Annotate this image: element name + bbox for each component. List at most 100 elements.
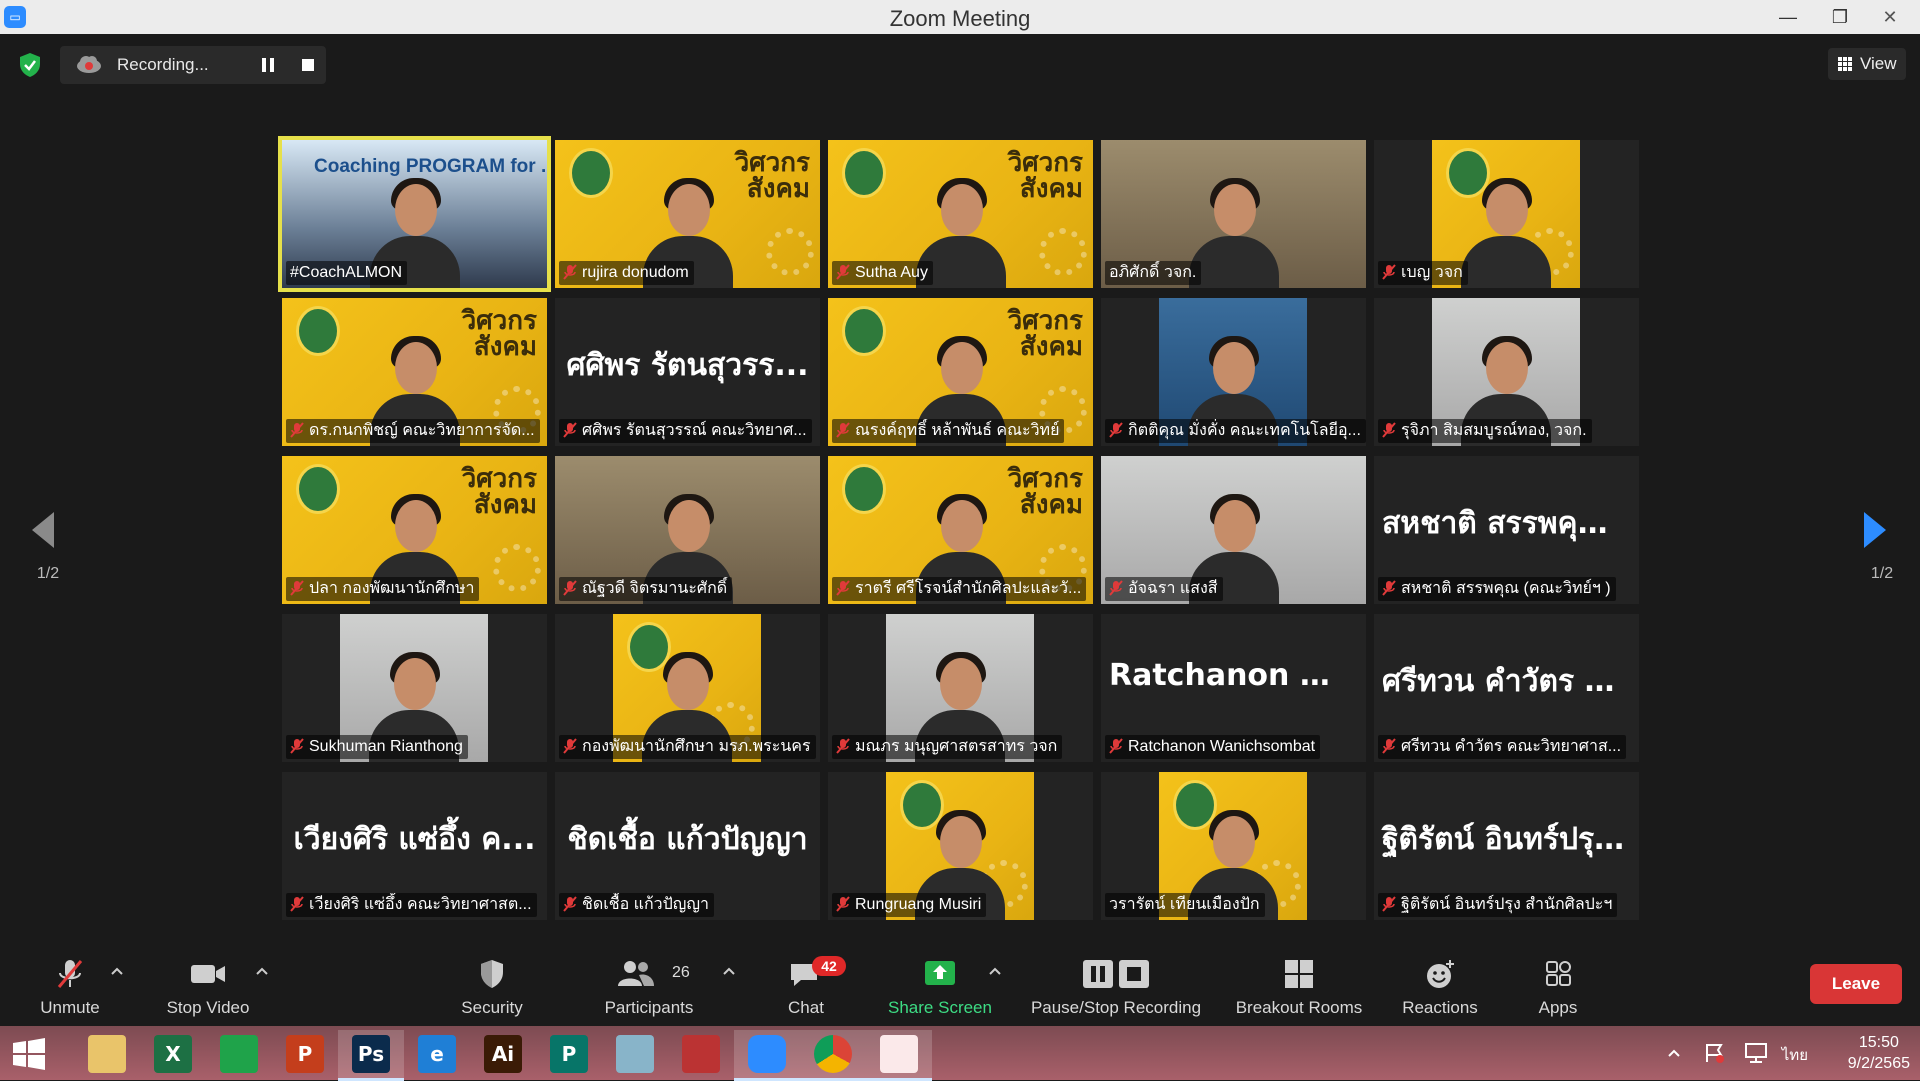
muted-mic-icon bbox=[1109, 738, 1123, 754]
participant-tile[interactable]: Rungruang Musiri bbox=[828, 772, 1093, 920]
taskbar-app-photoscape[interactable] bbox=[668, 1030, 734, 1078]
participant-tile[interactable]: วิศวกร สังคม ณรงค์ฤทธิ์ หล้าพันธ์ คณะวิทย์ bbox=[828, 298, 1093, 446]
stop-video-button[interactable]: Stop Video bbox=[160, 954, 256, 1024]
participant-tile[interactable]: เบญ วจก bbox=[1374, 140, 1639, 288]
participant-tile[interactable]: เวียงศิริ แซ่อึ้ง ค... เวียงศิริ แซ่อึ้ง … bbox=[282, 772, 547, 920]
video-camera-icon bbox=[191, 965, 225, 983]
taskbar-app-illustrator[interactable]: Ai bbox=[470, 1030, 536, 1078]
reactions-button[interactable]: Reactions bbox=[1392, 954, 1488, 1024]
participant-name-tag: ศศิพร รัตนสุวรรณ์ คณะวิทยาศ... bbox=[559, 419, 812, 443]
video-options-caret-icon[interactable] bbox=[256, 966, 268, 976]
network-icon[interactable] bbox=[1744, 1042, 1768, 1064]
taskbar-app-publisher[interactable]: P bbox=[536, 1030, 602, 1078]
pause-stop-recording-button[interactable]: Pause/Stop Recording bbox=[1025, 954, 1207, 1024]
participants-options-caret-icon[interactable] bbox=[723, 966, 735, 976]
participant-tile[interactable]: Coaching PROGRAM for ...rer #CoachALMON bbox=[278, 136, 551, 292]
taskbar-app-store[interactable] bbox=[206, 1030, 272, 1078]
gear-decoration-icon bbox=[493, 544, 541, 592]
participant-name-tag: กองพัฒนานักศึกษา มรภ.พระนคร bbox=[559, 735, 816, 759]
chevron-left-icon[interactable] bbox=[28, 510, 56, 550]
participant-tile[interactable]: รุจิภา สิมสมบูรณ์ทอง, วจก. bbox=[1374, 298, 1639, 446]
stop-video-label: Stop Video bbox=[166, 998, 250, 1017]
breakout-rooms-icon bbox=[1285, 960, 1313, 988]
share-screen-button[interactable]: Share Screen bbox=[880, 954, 1000, 1024]
excel-icon: X bbox=[154, 1035, 192, 1073]
taskbar-app-photos[interactable] bbox=[866, 1030, 932, 1081]
participant-tile[interactable]: วิศวกร สังคมราตรี ศรีโรจน์สำนักศิลปะและวั… bbox=[828, 456, 1093, 604]
participant-tile[interactable]: วรารัตน์ เทียนเมืองปัก bbox=[1101, 772, 1366, 920]
window-title: Zoom Meeting bbox=[889, 6, 1031, 31]
participant-tile[interactable]: วิศวกร สังคม ปลา กองพัฒนานักศึกษา bbox=[282, 456, 547, 604]
next-page[interactable]: 1/2 bbox=[1862, 510, 1902, 583]
breakout-rooms-button[interactable]: Breakout Rooms bbox=[1229, 954, 1369, 1024]
virtual-background-banner: วิศวกร สังคม bbox=[1007, 464, 1083, 520]
taskbar-app-file-explorer[interactable] bbox=[74, 1030, 140, 1078]
view-button[interactable]: View bbox=[1828, 48, 1906, 80]
muted-mic-icon bbox=[836, 896, 850, 912]
participant-name: มณภร มนุญศาสตรสาทร วจก bbox=[855, 738, 1058, 755]
participant-tile[interactable]: อภิศักดิ์ วจก. bbox=[1101, 140, 1366, 288]
taskbar-app-zoom[interactable] bbox=[734, 1030, 800, 1081]
participant-name-tag: ฐิติรัตน์ อินทร์ปรุง สำนักศิลปะฯ bbox=[1378, 893, 1618, 917]
participant-tile[interactable]: กิตติคุณ มั่งคั่ง คณะเทคโนโลยีอุ... bbox=[1101, 298, 1366, 446]
minimize-button[interactable]: — bbox=[1766, 0, 1810, 34]
participant-name: ศรีทวน คำวัตร คณะวิทยาศาส... bbox=[1401, 738, 1622, 755]
gear-decoration-icon bbox=[766, 228, 814, 276]
participant-tile[interactable]: กองพัฒนานักศึกษา มรภ.พระนคร bbox=[555, 614, 820, 762]
input-language[interactable]: ไทย bbox=[1782, 1043, 1808, 1067]
participant-tile[interactable]: Sukhuman Rianthong bbox=[282, 614, 547, 762]
security-button[interactable]: Security bbox=[452, 954, 532, 1024]
share-options-caret-icon[interactable] bbox=[989, 966, 1001, 976]
participant-name-tag: Sukhuman Rianthong bbox=[286, 735, 468, 759]
view-label: View bbox=[1860, 54, 1897, 73]
action-center-flag-icon[interactable] bbox=[1704, 1042, 1726, 1064]
unmute-button[interactable]: Unmute bbox=[30, 954, 110, 1024]
participant-tile[interactable]: ชิดเชื้อ แก้วปัญญา ชิดเชื้อ แก้วปัญญา bbox=[555, 772, 820, 920]
taskbar-app-photoshop[interactable]: Ps bbox=[338, 1030, 404, 1081]
taskbar-app-internet-explorer[interactable]: e bbox=[404, 1030, 470, 1078]
taskbar-app-chrome[interactable] bbox=[800, 1030, 866, 1081]
restore-button[interactable]: ❐ bbox=[1818, 0, 1862, 34]
participant-tile[interactable]: วิศวกร สังคม Sutha Auy bbox=[828, 140, 1093, 288]
taskbar-app-powerpoint[interactable]: P bbox=[272, 1030, 338, 1078]
leave-button[interactable]: Leave bbox=[1810, 964, 1902, 1004]
participant-tile[interactable]: ศรีทวน คำวัตร ค... ศรีทวน คำวัตร คณะวิทยา… bbox=[1374, 614, 1639, 762]
participant-tile[interactable]: อัจฉรา แสงสี bbox=[1101, 456, 1366, 604]
participant-tile[interactable]: ณัฐวดี จิตรมานะศักดิ์ bbox=[555, 456, 820, 604]
unmute-label: Unmute bbox=[40, 998, 100, 1017]
windows-start-icon[interactable] bbox=[12, 1038, 46, 1070]
reactions-label: Reactions bbox=[1402, 998, 1478, 1017]
participant-name: ปลา กองพัฒนานักศึกษา bbox=[309, 580, 475, 597]
muted-mic-icon bbox=[1382, 738, 1396, 754]
participants-count: 26 bbox=[672, 964, 690, 981]
close-button[interactable]: ✕ bbox=[1868, 0, 1912, 34]
muted-mic-icon bbox=[290, 896, 304, 912]
university-logo-icon bbox=[842, 464, 886, 514]
participants-button[interactable]: 26 Participants bbox=[598, 954, 700, 1024]
taskbar-app-notepad[interactable] bbox=[602, 1030, 668, 1078]
stop-recording-icon[interactable] bbox=[297, 54, 319, 76]
show-hidden-icons-icon[interactable] bbox=[1668, 1048, 1680, 1058]
participant-tile[interactable]: วิศวกร สังคม ดร.กนกพิชญ์ คณะวิทยาการจัด... bbox=[282, 298, 547, 446]
apps-button[interactable]: Apps bbox=[1528, 954, 1588, 1024]
participant-tile[interactable]: Ratchanon Wan... Ratchanon Wanichsombat bbox=[1101, 614, 1366, 762]
participant-name-tag: ราตรี ศรีโรจน์สำนักศิลปะและวั... bbox=[832, 577, 1087, 601]
grid-view-icon bbox=[1838, 57, 1852, 71]
clock[interactable]: 15:50 9/2/2565 bbox=[1848, 1032, 1910, 1074]
participant-tile[interactable]: ฐิติรัตน์ อินทร์ปรุง... ฐิติรัตน์ อินทร์ป… bbox=[1374, 772, 1639, 920]
system-tray: ไทย 15:50 9/2/2565 bbox=[1620, 1026, 1920, 1080]
person-silhouette bbox=[1461, 178, 1551, 288]
university-logo-icon bbox=[296, 306, 340, 356]
audio-options-caret-icon[interactable] bbox=[111, 966, 123, 976]
chevron-right-icon[interactable] bbox=[1862, 510, 1890, 550]
pause-recording-icon[interactable] bbox=[257, 54, 279, 76]
participant-tile[interactable]: สหชาติ สรรพคุณ... สหชาติ สรรพคุณ (คณะวิทย… bbox=[1374, 456, 1639, 604]
participant-tile[interactable]: ศศิพร รัตนสุวรร... ศศิพร รัตนสุวรรณ์ คณะว… bbox=[555, 298, 820, 446]
chat-button[interactable]: 42 Chat bbox=[776, 954, 846, 1024]
participant-tile[interactable]: มณภร มนุญศาสตรสาทร วจก bbox=[828, 614, 1093, 762]
previous-page[interactable]: 1/2 bbox=[28, 510, 68, 583]
encryption-shield-icon[interactable] bbox=[18, 52, 42, 78]
participant-tile[interactable]: วิศวกร สังคม rujira donudom bbox=[555, 140, 820, 288]
participant-name: เวียงศิริ แซ่อึ้ง คณะวิทยาศาสต... bbox=[309, 896, 532, 913]
taskbar-app-excel[interactable]: X bbox=[140, 1030, 206, 1078]
